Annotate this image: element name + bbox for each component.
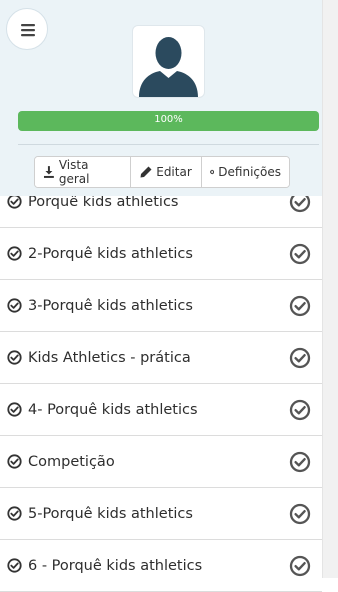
profile-actions: Vista geral Editar Definições [34,156,290,188]
progress-bar: 100% [18,111,319,131]
check-circle-icon[interactable] [289,399,311,421]
lesson-list: Porquê kids athletics 2-Porquê kids athle… [0,176,322,592]
lesson-row[interactable]: Kids Athletics - prática [0,332,322,384]
lesson-title: 5-Porquê kids athletics [28,506,193,522]
overview-button[interactable]: Vista geral [35,157,131,187]
small-check-icon [7,454,22,469]
lesson-row[interactable]: 4- Porquê kids athletics [0,384,322,436]
check-circle-icon[interactable] [289,243,311,265]
profile-header: 100% Vista geral Editar Definições [0,0,322,196]
lesson-row[interactable]: 6 - Porquê kids athletics [0,540,322,592]
small-check-icon [7,402,22,417]
divider [18,144,319,145]
lesson-row[interactable]: 2-Porquê kids athletics [0,228,322,280]
lesson-row[interactable]: Competição [0,436,322,488]
avatar [132,25,205,98]
lesson-title: 6 - Porquê kids athletics [28,558,203,574]
settings-label: Definições [218,165,281,179]
hamburger-icon [21,24,35,37]
check-circle-icon[interactable] [289,555,311,577]
check-circle-icon[interactable] [289,347,311,369]
lesson-title: Competição [28,454,115,470]
check-circle-icon[interactable] [289,451,311,473]
lesson-title: 2-Porquê kids athletics [28,246,193,262]
small-check-icon [7,194,22,209]
pencil-icon [140,166,152,178]
lesson-row[interactable]: 5-Porquê kids athletics [0,488,322,540]
download-icon [43,166,54,178]
menu-button[interactable] [6,8,48,50]
check-circle-icon[interactable] [289,503,311,525]
edit-button[interactable]: Editar [131,157,202,187]
gear-icon [210,169,215,175]
small-check-icon [7,506,22,521]
lesson-title: Kids Athletics - prática [28,350,191,366]
scrollbar[interactable] [322,0,338,578]
edit-label: Editar [156,165,192,179]
lesson-title: 4- Porquê kids athletics [28,402,198,418]
progress-label: 100% [154,114,183,125]
small-check-icon [7,246,22,261]
small-check-icon [7,558,22,573]
settings-button[interactable]: Definições [202,157,289,187]
user-silhouette-icon [139,37,198,97]
lesson-row[interactable]: 3-Porquê kids athletics [0,280,322,332]
small-check-icon [7,298,22,313]
check-circle-icon[interactable] [289,295,311,317]
small-check-icon [7,350,22,365]
lesson-title: 3-Porquê kids athletics [28,298,193,314]
overview-label: Vista geral [58,158,90,186]
